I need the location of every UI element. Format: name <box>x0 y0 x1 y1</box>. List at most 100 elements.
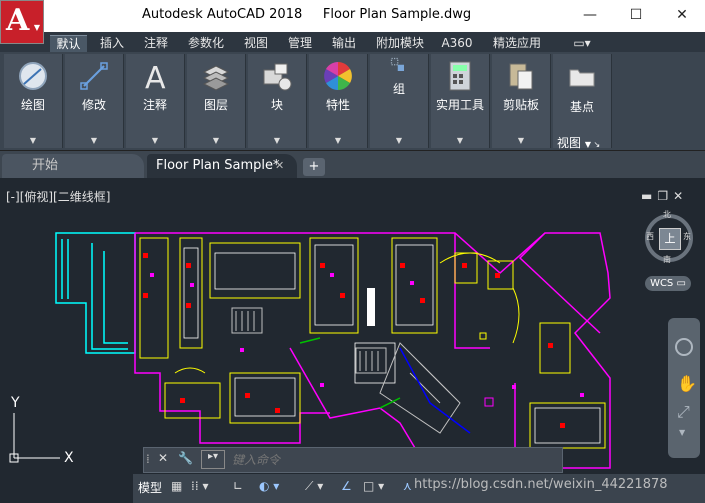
ribbon-display-toggle[interactable]: ▭▾ <box>567 35 597 52</box>
close-command-line-icon[interactable]: ✕ <box>158 451 168 465</box>
annotation-scale-icon[interactable]: ⋏ <box>403 479 412 493</box>
restore-viewport-icon[interactable]: ❐ <box>657 189 673 203</box>
compass-west[interactable]: 西 <box>646 231 654 242</box>
chevron-down-icon: ▼ <box>212 136 220 145</box>
chevron-down-icon: ▼ <box>273 136 281 145</box>
panel-block[interactable]: 块 ▼ <box>248 54 307 148</box>
floor-plan-drawing[interactable]: Y X <box>0 203 705 473</box>
maximize-button[interactable]: ☐ <box>613 0 659 30</box>
panel-annotate[interactable]: A 注释 ▼ <box>126 54 185 148</box>
tab-drawing[interactable]: Floor Plan Sample* ✕ <box>147 154 297 178</box>
axis-y-label: Y <box>10 395 20 411</box>
tab-manage[interactable]: 管理 <box>281 35 319 52</box>
ortho-icon[interactable]: ∟ <box>233 479 243 493</box>
panel-modify-label: 修改 <box>81 98 106 112</box>
chevron-down-icon: ▼ <box>395 136 403 145</box>
pan-hand-icon[interactable]: ✋ <box>677 374 697 393</box>
chevron-down-icon: ▼ ↘ <box>584 140 601 149</box>
command-line-grip-icon[interactable]: ⁞ <box>146 452 150 466</box>
tab-a360[interactable]: A360 <box>437 35 477 52</box>
chevron-down-icon: ▼ <box>456 136 464 145</box>
chevron-down-icon: ▭▾ <box>573 36 591 50</box>
tab-addins[interactable]: 附加模块 <box>369 35 431 52</box>
chevron-down-icon: ▼ <box>33 23 40 32</box>
new-tab-button[interactable]: + <box>303 158 325 176</box>
title-bar: Autodesk AutoCAD 2018 Floor Plan Sample.… <box>0 0 705 32</box>
close-button[interactable]: ✕ <box>659 0 705 30</box>
panel-view[interactable]: 基点 视图 ▼ ↘ <box>553 54 612 151</box>
object-snap-icon[interactable]: □ ▾ <box>363 479 384 493</box>
tab-default[interactable]: 默认 <box>50 35 87 53</box>
panel-properties[interactable]: 特性 ▼ <box>309 54 368 148</box>
chevron-down-icon: ▼ <box>151 136 159 145</box>
tab-annotate[interactable]: 注释 <box>137 35 175 52</box>
chairs-red <box>143 253 565 428</box>
panel-groups-label: 组 <box>392 82 405 96</box>
command-line[interactable]: ⁞ ✕ 🔧 ▸▾ <box>143 447 563 473</box>
view-panel-title: 视图 <box>557 136 582 150</box>
tab-output[interactable]: 输出 <box>325 35 363 52</box>
snap-icon[interactable]: ⁞⁞ ▾ <box>191 479 208 493</box>
ribbon-tab-row: 默认 插入 注释 参数化 视图 管理 输出 附加模块 A360 精选应用 ▭▾ <box>0 32 705 53</box>
svg-text:A: A <box>145 61 166 92</box>
paste-icon <box>509 63 533 90</box>
chevron-down-icon[interactable]: ▼ <box>679 428 685 437</box>
tab-insert[interactable]: 插入 <box>93 35 131 52</box>
minimize-button[interactable]: — <box>567 0 613 30</box>
command-input[interactable] <box>230 450 554 469</box>
watermark-text: https://blog.csdn.net/weixin_44221878 <box>414 477 668 492</box>
tab-featured-apps[interactable]: 精选应用 <box>483 35 551 52</box>
tab-parametric[interactable]: 参数化 <box>181 35 231 52</box>
ribbon: 绘图 ▼ 修改 ▼ A 注释 ▼ 图层 ▼ 块 ▼ 特性 ▼ 组 ▼ 实用工具 … <box>0 52 705 151</box>
panel-clipboard[interactable]: 剪贴板 ▼ <box>492 54 551 148</box>
panel-clipboard-label: 剪贴板 <box>502 98 539 112</box>
minimize-viewport-icon[interactable]: ▬ <box>641 189 657 203</box>
zoom-extents-icon[interactable]: ⤢ <box>677 402 690 422</box>
panel-layers[interactable]: 图层 ▼ <box>187 54 246 148</box>
chevron-down-icon: ▼ <box>517 136 525 145</box>
chevron-down-icon: ▼ <box>334 136 342 145</box>
compass-south[interactable]: 南 <box>663 254 671 265</box>
panel-groups[interactable]: 组 ▼ <box>370 54 429 148</box>
room-label-box <box>367 288 375 326</box>
panel-utilities-label: 实用工具 <box>435 98 484 112</box>
compass-north[interactable]: 北 <box>663 209 671 220</box>
close-tab-icon[interactable]: ✕ <box>275 154 284 178</box>
chevron-down-icon: ▼ <box>29 136 37 145</box>
block-insert-icon <box>263 63 292 91</box>
panel-layers-label: 图层 <box>203 98 228 112</box>
viewcube[interactable]: 上 北 南 东 西 <box>645 210 693 265</box>
navigation-bar: ✋ ⤢ ▼ <box>668 318 700 458</box>
close-viewport-icon[interactable]: ✕ <box>673 189 688 203</box>
panel-block-label: 块 <box>270 98 283 112</box>
axis-x-label: X <box>64 450 74 466</box>
panel-modify[interactable]: 修改 ▼ <box>65 54 124 148</box>
viewcube-top-face[interactable]: 上 <box>659 228 681 250</box>
base-view-icon <box>569 69 595 87</box>
ucs-axis-icon <box>9 413 60 463</box>
recent-commands-button[interactable]: ▸▾ <box>201 450 225 469</box>
group-icon <box>390 57 404 71</box>
tab-start[interactable]: 开始 <box>2 154 144 178</box>
wcs-menu-button[interactable]: WCS ▭ <box>645 276 691 291</box>
calculator-icon <box>449 61 471 91</box>
tab-view[interactable]: 视图 <box>237 35 275 52</box>
customize-wrench-icon[interactable]: 🔧 <box>178 451 193 465</box>
layers-icon <box>202 65 230 91</box>
panel-utilities[interactable]: 实用工具 ▼ <box>431 54 490 148</box>
grid-icon[interactable]: ▦ <box>171 479 182 493</box>
panel-draw[interactable]: 绘图 ▼ <box>4 54 63 148</box>
model-space-button[interactable]: 模型 <box>138 479 162 496</box>
compass-east[interactable]: 东 <box>683 231 691 242</box>
autocad-logo-icon: A <box>6 3 30 38</box>
application-menu-button[interactable]: A ▼ <box>0 0 44 44</box>
viewport-window-controls[interactable]: ▬❐✕ <box>641 189 701 203</box>
panel-view-label: 视图 ▼ ↘ <box>557 134 611 151</box>
chevron-down-icon: ▼ <box>90 136 98 145</box>
steering-wheel-icon[interactable] <box>675 338 693 356</box>
polar-tracking-icon[interactable]: ◐ ▾ <box>259 479 279 493</box>
text-icon: A <box>145 61 166 92</box>
object-snap-tracking-icon[interactable]: ∠ <box>341 479 352 493</box>
move-icon <box>80 62 108 90</box>
isodraft-icon[interactable]: ⟋ ▾ <box>305 479 323 494</box>
